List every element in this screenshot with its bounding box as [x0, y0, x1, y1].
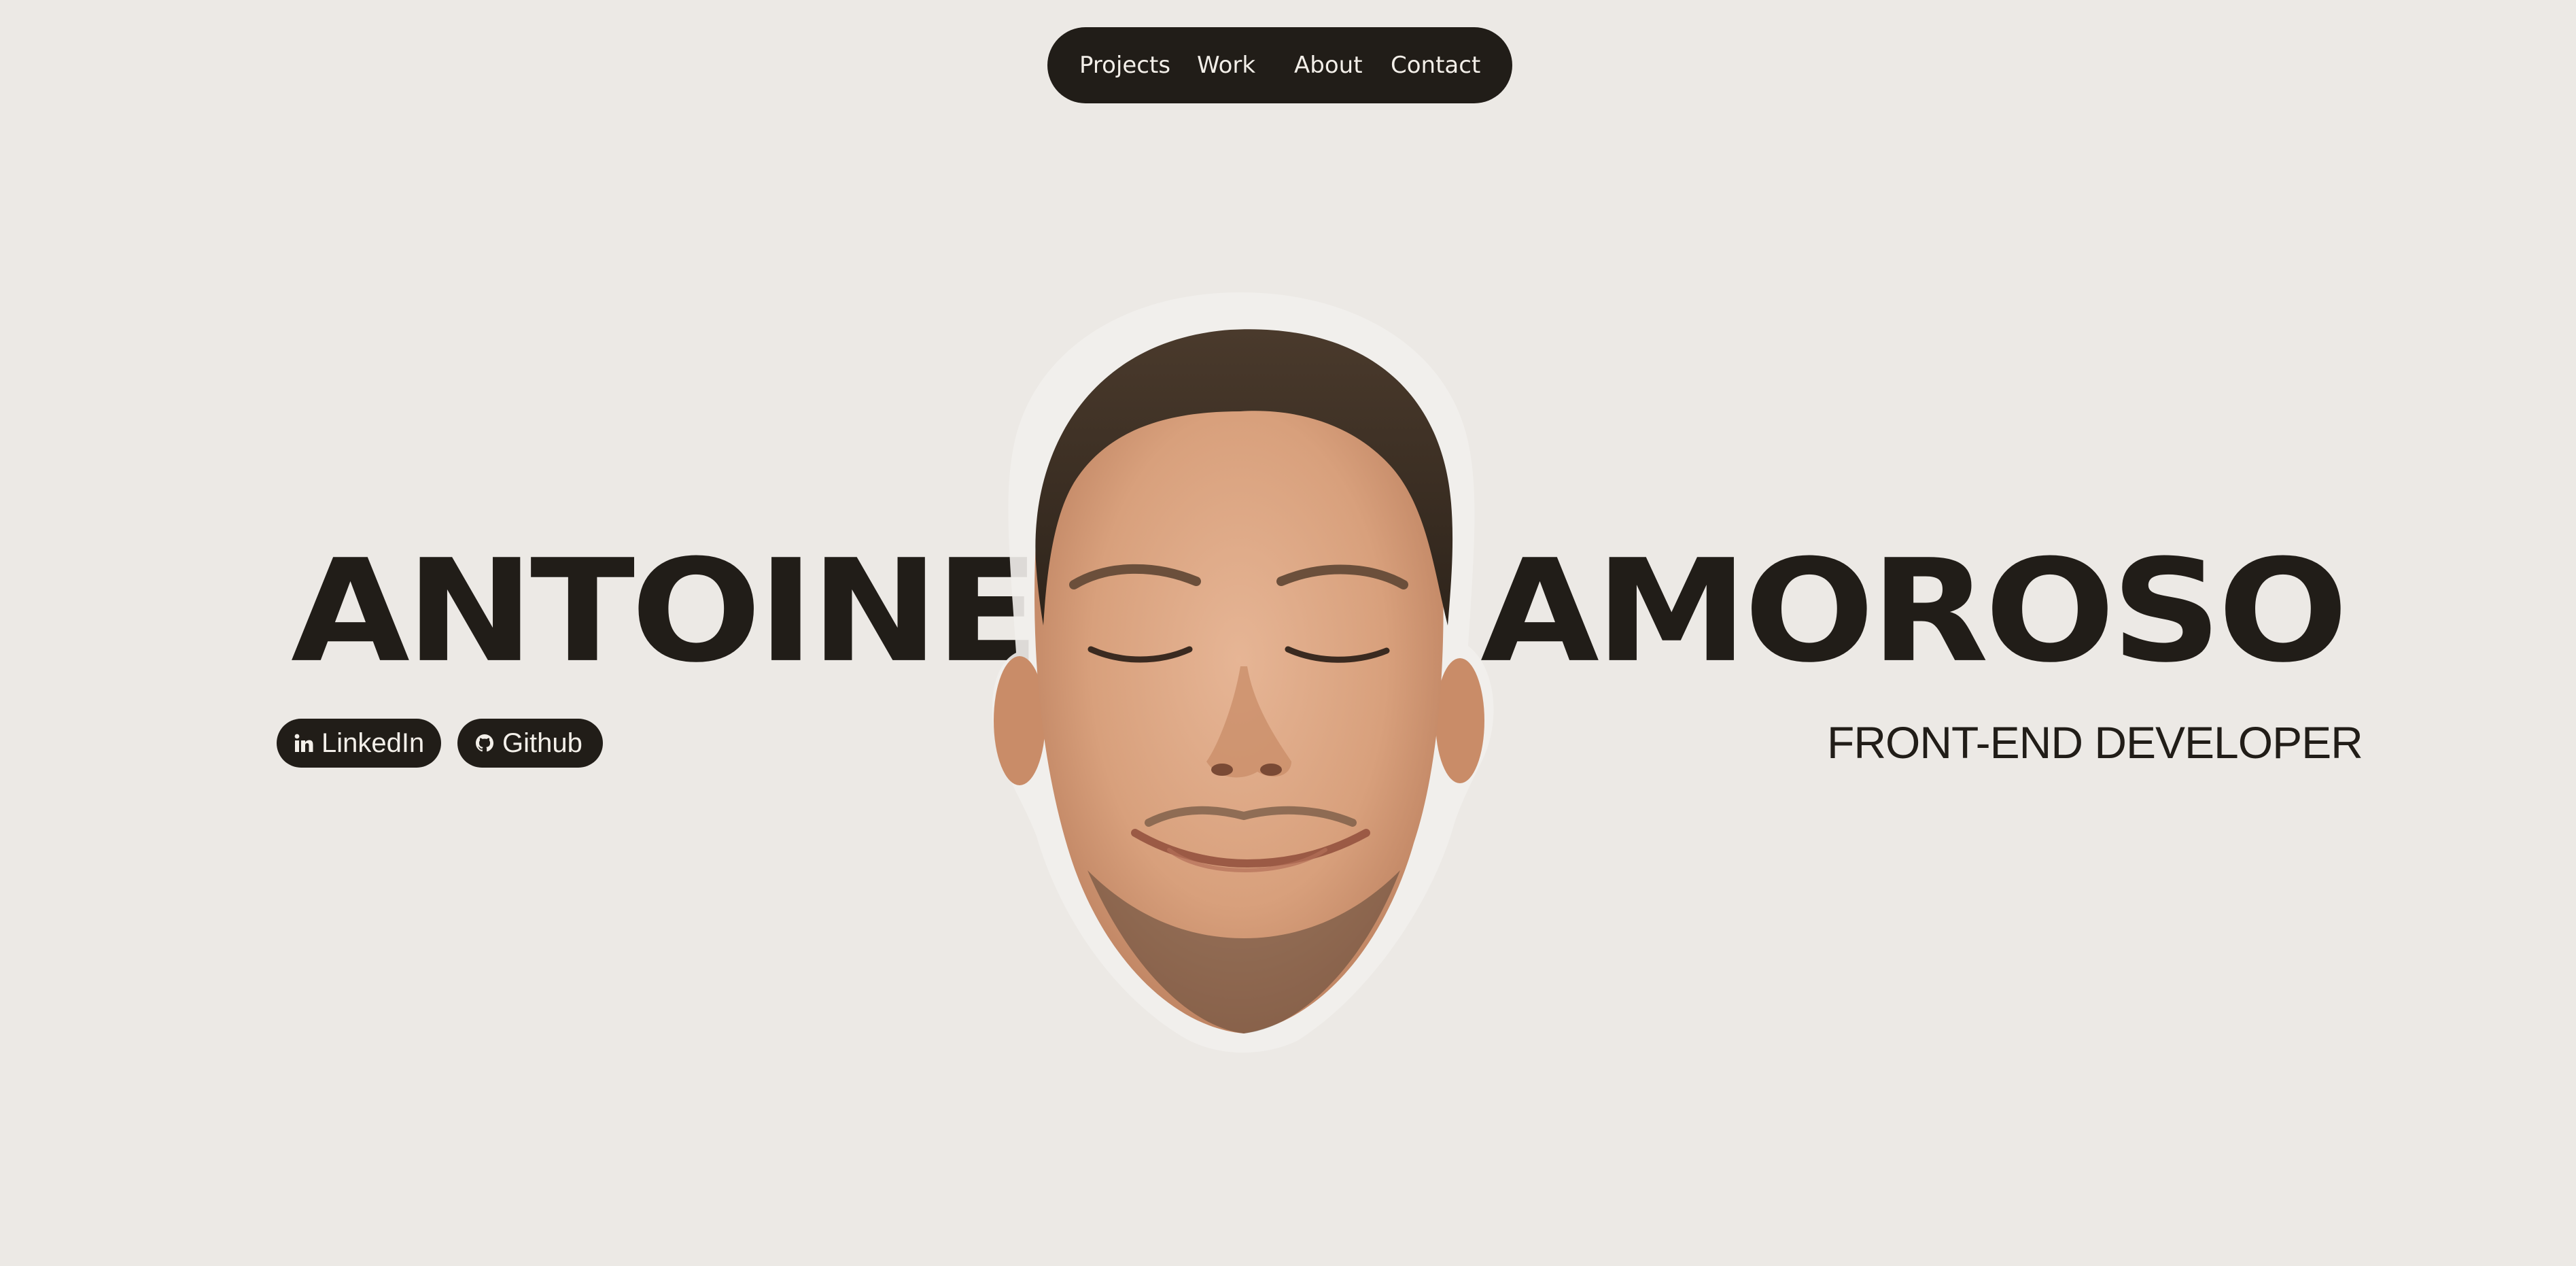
- linkedin-label: LinkedIn: [321, 728, 425, 758]
- main-nav: Projects Work About Contact: [1047, 27, 1512, 103]
- github-label: Github: [502, 728, 582, 758]
- portrait-image: [992, 292, 1494, 1053]
- linkedin-button[interactable]: LinkedIn: [277, 719, 441, 768]
- nav-item-about[interactable]: About: [1294, 27, 1363, 103]
- github-button[interactable]: Github: [457, 719, 603, 768]
- nav-item-projects[interactable]: Projects: [1079, 27, 1170, 103]
- role-title: FRONT-END DEVELOPER: [1827, 717, 2363, 768]
- nav-item-contact[interactable]: Contact: [1391, 27, 1480, 103]
- github-icon: [474, 732, 495, 754]
- first-name-heading: ANTOINE: [291, 529, 1040, 694]
- page: Projects Work About Contact ANTOINE AMOR…: [0, 0, 2576, 1266]
- nav-item-work[interactable]: Work: [1197, 27, 1255, 103]
- linkedin-icon: [293, 732, 315, 754]
- last-name-heading: AMOROSO: [1480, 529, 2348, 694]
